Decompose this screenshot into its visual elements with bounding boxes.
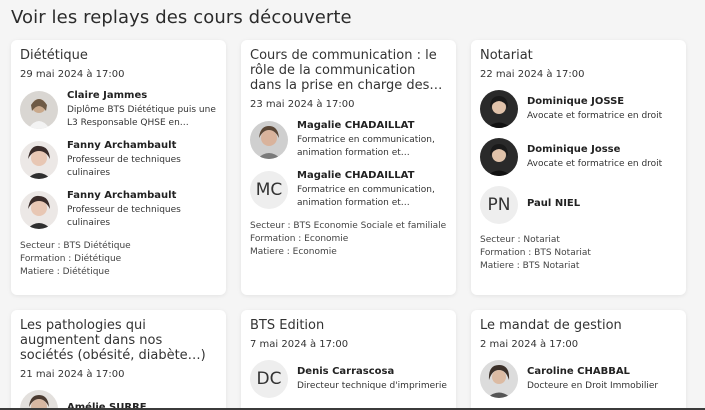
card-title[interactable]: Diététique [20,48,217,63]
speaker: MC Magalie CHADAILLAT Formatrice en comm… [250,170,447,210]
speaker: Dominique Josse Avocate et formatrice en… [480,138,677,176]
avatar-initials: PN [480,186,518,224]
speaker-name: Fanny Archambault [67,140,177,151]
card-date: 7 mai 2024 à 17:00 [250,339,349,350]
speaker-name: Magalie CHADAILLAT [297,170,415,181]
avatar-initials: MC [250,171,288,209]
speaker-name: Denis Carrascosa [297,365,395,377]
avatar [480,90,518,128]
avatar [480,360,518,398]
speaker-role: Directeur technique d'imprimerie [297,380,447,391]
card-date: 22 mai 2024 à 17:00 [480,69,585,80]
speaker: Claire Jammes Diplôme BTS Diététique pui… [20,90,217,130]
card-title[interactable]: Le mandat de gestion [480,318,677,333]
avatar [20,91,58,129]
avatar [20,141,58,179]
speaker-name: Dominique Josse [527,143,621,155]
meta-sector: Secteur : Notariat [480,235,560,245]
speaker: Fanny Archambault Professeur de techniqu… [20,190,217,230]
avatar [480,138,518,176]
card-date: 23 mai 2024 à 17:00 [250,99,355,110]
meta-formation: Formation : BTS Notariat [480,248,591,258]
course-card-mandat-gestion[interactable]: Le mandat de gestion 2 mai 2024 à 17:00 … [471,310,686,410]
meta-subject: Matiere : Diététique [20,267,110,277]
speaker: Amélie SURRE [20,390,217,410]
speaker-role: Avocate et formatrice en droit [527,110,663,121]
card-date: 29 mai 2024 à 17:00 [20,69,125,80]
speaker-role: Docteure en Droit Immobilier [527,380,659,391]
course-card-pathologies[interactable]: Les pathologies qui augmentent dans nos … [11,310,226,410]
course-card-communication[interactable]: Cours de communication : le rôle de la c… [241,40,456,295]
speaker-name: Claire Jammes [67,90,148,101]
course-card-dietetique[interactable]: Diététique 29 mai 2024 à 17:00 Claire Ja… [11,40,226,295]
speaker-name: Dominique JOSSE [527,95,625,107]
avatar [250,121,288,159]
speaker-role: Professeur de techniques culinaires [67,155,181,178]
avatar-initials: DC [250,360,288,398]
meta-sector: Secteur : BTS Economie Sociale et famili… [250,221,447,231]
avatar [20,191,58,229]
meta-subject: Matiere : BTS Notariat [480,261,580,271]
speaker-role: Professeur de techniques culinaires [67,205,181,228]
card-title[interactable]: BTS Edition [250,318,447,333]
speaker-name: Magalie CHADAILLAT [297,120,415,131]
meta-formation: Formation : Diététique [20,254,122,264]
meta-subject: Matiere : Economie [250,247,337,257]
card-title[interactable]: Les pathologies qui augmentent dans nos … [20,318,217,363]
card-date: 2 mai 2024 à 17:00 [480,339,579,350]
avatar [20,390,58,410]
speaker: Dominique JOSSE Avocate et formatrice en… [480,90,677,128]
speaker: DC Denis Carrascosa Directeur technique … [250,360,447,398]
page-heading: Voir les replays des cours découverte [11,7,352,28]
meta-formation: Formation : Economie [250,234,349,244]
speaker-role: Formatrice en communication, animation f… [297,135,435,158]
speaker: Magalie CHADAILLAT Formatrice en communi… [250,120,447,160]
card-date: 21 mai 2024 à 17:00 [20,369,125,380]
speaker-role: Diplôme BTS Diététique puis une L3 Respo… [67,105,216,128]
speaker-name: Fanny Archambault [67,190,177,201]
course-card-notariat[interactable]: Notariat 22 mai 2024 à 17:00 Dominique J… [471,40,686,295]
card-title[interactable]: Cours de communication : le rôle de la c… [250,48,447,93]
speaker: PN Paul NIEL [480,186,677,224]
course-card-bts-edition[interactable]: BTS Edition 7 mai 2024 à 17:00 DC Denis … [241,310,456,410]
speaker-role: Formatrice en communication, animation f… [297,185,435,208]
speaker-name: Paul NIEL [527,198,581,209]
speaker: Fanny Archambault Professeur de techniqu… [20,140,217,180]
speaker-role: Avocate et formatrice en droit [527,158,663,169]
speaker-name: Caroline CHABBAL [527,365,630,377]
speaker: Caroline CHABBAL Docteure en Droit Immob… [480,360,677,398]
meta-sector: Secteur : BTS Diététique [20,241,131,251]
card-title[interactable]: Notariat [480,48,677,63]
